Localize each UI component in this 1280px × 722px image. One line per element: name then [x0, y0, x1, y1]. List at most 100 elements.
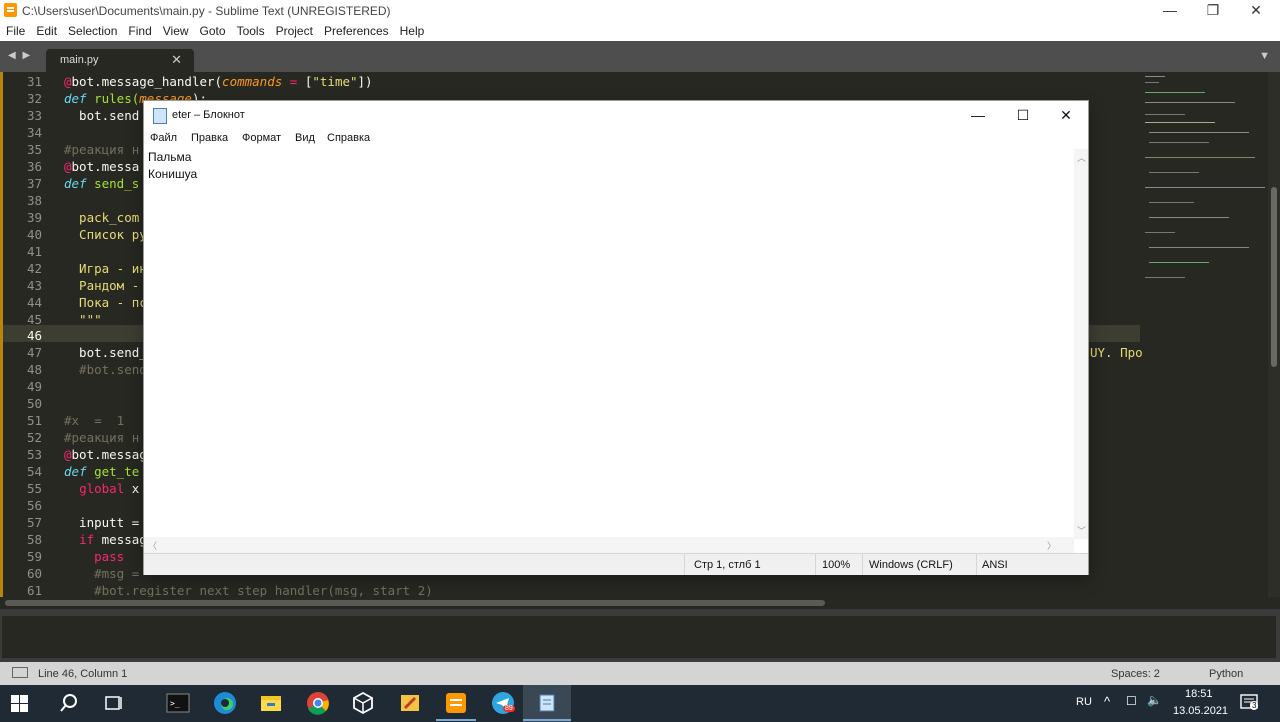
- input-language[interactable]: RU: [1076, 696, 1092, 708]
- code-token: "time": [312, 74, 358, 89]
- file-explorer-icon[interactable]: [259, 691, 283, 715]
- menu-project[interactable]: Project: [270, 21, 318, 38]
- notepad-vertical-scrollbar[interactable]: ︿ ﹀: [1074, 149, 1088, 539]
- menu-find[interactable]: Find: [122, 21, 156, 38]
- code-line: #msg =: [64, 566, 147, 581]
- syntax-setting[interactable]: Python: [1209, 668, 1243, 680]
- code-line-overflow: UY. Про: [1090, 345, 1143, 360]
- editor-vertical-scrollbar[interactable]: [1268, 72, 1280, 597]
- code-line: if messag: [64, 532, 147, 547]
- code-line: #bot.send: [64, 362, 147, 377]
- code-token: @: [64, 159, 72, 174]
- line-number: 37: [26, 176, 42, 191]
- code-line: #bot.register_next_step_handler(msg, sta…: [64, 583, 433, 598]
- code-token: =: [282, 74, 305, 89]
- code-line: pass: [64, 549, 125, 564]
- notepad-menu-help[interactable]: Справка: [327, 132, 370, 144]
- menu-file[interactable]: File: [0, 21, 30, 38]
- code-token: x: [124, 481, 140, 496]
- scroll-down-icon[interactable]: ﹀: [1077, 524, 1086, 537]
- code-line: Рандом -: [64, 278, 140, 293]
- code-line: @bot.message_handler(commands = ["time"]…: [64, 74, 373, 89]
- notepad-menu-view[interactable]: Вид: [295, 132, 315, 144]
- sublime-minimize-button[interactable]: —: [1150, 1, 1190, 19]
- notepad-menu-edit[interactable]: Правка: [191, 132, 228, 144]
- code-token: def: [64, 91, 87, 106]
- notepad-minimize-button[interactable]: —: [956, 101, 1000, 129]
- sublime-status-bar: Line 46, Column 1 Spaces: 2 Python: [0, 662, 1280, 685]
- telegram-icon[interactable]: 89: [491, 691, 515, 715]
- menu-view[interactable]: View: [157, 21, 194, 38]
- sublime-maximize-button[interactable]: ❐: [1193, 1, 1233, 19]
- tab-main-py[interactable]: main.py ✕: [46, 49, 194, 72]
- tab-nav-arrows-icon[interactable]: ◀ ▶: [8, 50, 32, 61]
- code-line: pack_com: [64, 210, 140, 225]
- sublime-close-button[interactable]: ✕: [1236, 1, 1276, 19]
- menu-goto[interactable]: Goto: [194, 21, 231, 38]
- terminal-app-icon[interactable]: >_: [166, 691, 190, 715]
- sublime-text-taskbar-icon[interactable]: [444, 691, 468, 715]
- code-token: bot.messa: [71, 159, 140, 174]
- editor-horizontal-scrollbar[interactable]: [0, 597, 1280, 609]
- notepad-encoding: ANSI: [982, 559, 1008, 571]
- menu-preferences[interactable]: Preferences: [318, 21, 394, 38]
- gutter-accent: [0, 72, 3, 597]
- code-token: if: [79, 532, 95, 547]
- clock-date[interactable]: 13.05.2021: [1173, 705, 1228, 717]
- virtualbox-icon[interactable]: [351, 691, 375, 715]
- notepad-taskbar-icon: [535, 691, 559, 715]
- line-number: 51: [26, 413, 42, 428]
- menu-help[interactable]: Help: [394, 21, 430, 38]
- notepad-close-button[interactable]: ✕: [1044, 101, 1088, 129]
- line-number: 58: [26, 532, 42, 547]
- console-output[interactable]: [2, 616, 1276, 658]
- paint-tool-icon[interactable]: [398, 691, 422, 715]
- edge-browser-icon[interactable]: [213, 691, 237, 715]
- decorator-symbol: @: [64, 74, 72, 89]
- scroll-left-icon[interactable]: 〈: [148, 539, 157, 552]
- chrome-browser-icon[interactable]: [306, 691, 330, 715]
- notepad-menu-format[interactable]: Формат: [242, 132, 281, 144]
- scroll-right-icon[interactable]: 〉: [1047, 539, 1056, 552]
- clock-time[interactable]: 18:51: [1185, 688, 1213, 700]
- tab-list-dropdown-icon[interactable]: ▼: [1259, 50, 1270, 62]
- minimap[interactable]: [1141, 72, 1268, 597]
- code-token: bot.messag: [71, 447, 147, 462]
- line-number: 40: [26, 227, 42, 242]
- code-line: inputt =: [64, 515, 140, 530]
- panel-toggle-icon[interactable]: [12, 667, 28, 678]
- notepad-text-area[interactable]: Пальма Конишуа: [144, 149, 1074, 539]
- code-line: #реакция н: [64, 142, 140, 157]
- menu-selection[interactable]: Selection: [62, 21, 122, 38]
- tab-close-icon[interactable]: ✕: [171, 52, 182, 68]
- notification-center-icon[interactable]: 3: [1240, 693, 1260, 713]
- text-line: Пальма: [148, 150, 192, 164]
- line-number: 43: [26, 278, 42, 293]
- start-button[interactable]: [11, 695, 28, 712]
- search-icon[interactable]: [57, 691, 81, 715]
- code-line: #x = 1: [64, 413, 125, 428]
- task-view-icon[interactable]: [102, 691, 126, 715]
- svg-text:>_: >_: [170, 699, 180, 708]
- notepad-cursor-position: Стр 1, стлб 1: [694, 559, 761, 571]
- line-number: 57: [26, 515, 42, 530]
- notepad-taskbar-active[interactable]: [523, 685, 571, 722]
- show-hidden-icons-icon[interactable]: ^: [1104, 694, 1110, 709]
- scrollbar-thumb[interactable]: [1271, 187, 1277, 367]
- notepad-horizontal-scrollbar[interactable]: 〈 〉: [144, 537, 1074, 553]
- network-icon[interactable]: ☐: [1126, 694, 1137, 708]
- scrollbar-thumb[interactable]: [5, 600, 825, 606]
- code-line: def get_te: [64, 464, 139, 479]
- notepad-zoom-level: 100%: [822, 559, 851, 571]
- line-number: 42: [26, 261, 42, 276]
- menu-tools[interactable]: Tools: [231, 21, 270, 38]
- indentation-setting[interactable]: Spaces: 2: [1111, 668, 1160, 680]
- menu-edit[interactable]: Edit: [30, 21, 62, 38]
- notepad-menu-file[interactable]: Файл: [150, 132, 177, 144]
- volume-icon[interactable]: 🔈: [1147, 693, 1162, 707]
- scroll-up-icon[interactable]: ︿: [1077, 151, 1086, 164]
- line-number: 49: [26, 379, 42, 394]
- notepad-maximize-button[interactable]: ☐: [1001, 101, 1045, 129]
- sublime-tab-bar: ◀ ▶ main.py ✕ ▼: [0, 41, 1280, 72]
